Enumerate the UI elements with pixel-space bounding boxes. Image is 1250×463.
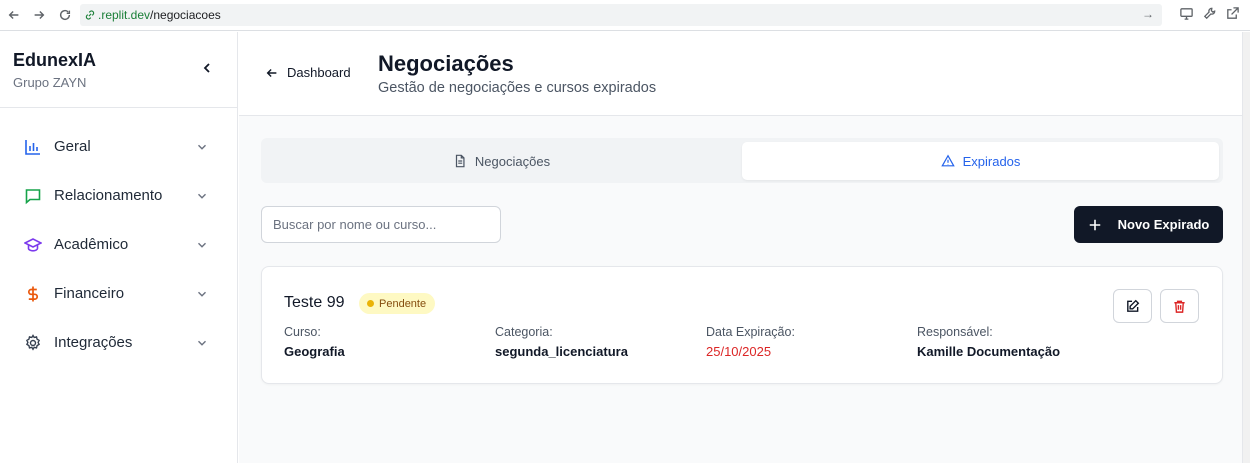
plus-icon: [1089, 219, 1100, 230]
status-label: Pendente: [379, 297, 427, 310]
go-arrow-icon[interactable]: →: [1142, 7, 1154, 21]
chevron-down-icon: [198, 242, 206, 248]
chevron-down-icon: [198, 291, 206, 297]
field-label: Data Expiração:: [706, 325, 795, 339]
monitor-icon[interactable]: [1179, 6, 1194, 21]
field-value: segunda_licenciatura: [495, 344, 628, 359]
new-expired-button[interactable]: Novo Expirado: [1074, 206, 1223, 243]
back-link-label: Dashboard: [287, 65, 351, 80]
field-label: Responsável:: [917, 325, 993, 339]
expired-card: Teste 99 Pendente Curso: Geografia Categ…: [261, 266, 1223, 384]
warning-icon: [940, 154, 955, 167]
sidebar-item-geral[interactable]: Geral: [0, 122, 237, 171]
edit-icon: [1127, 299, 1140, 312]
link-icon: [85, 10, 95, 20]
field-value: 25/10/2025: [706, 344, 772, 359]
back-to-dashboard-link[interactable]: Dashboard: [265, 65, 351, 80]
external-link-icon[interactable]: [1225, 6, 1240, 21]
field-value: Geografia: [284, 344, 345, 359]
page-scrollbar[interactable]: [1242, 32, 1250, 463]
field-responsavel: Responsável: Kamille Documentação: [917, 325, 1060, 359]
forward-arrow-icon[interactable]: [27, 3, 51, 27]
sidebar-menu: Geral Relacionamento Acadêmico Financeir…: [0, 108, 237, 367]
back-arrow-icon[interactable]: [2, 3, 26, 27]
tab-expirados[interactable]: Expirados: [742, 142, 1219, 180]
sidebar-item-label: Financeiro: [54, 285, 125, 302]
gear-icon: [24, 333, 42, 352]
field-label: Curso:: [284, 325, 321, 339]
sidebar-item-financeiro[interactable]: Financeiro: [0, 269, 237, 318]
card-title: Teste 99: [284, 294, 345, 311]
sidebar-item-relacionamento[interactable]: Relacionamento: [0, 171, 237, 220]
chevron-down-icon: [198, 144, 206, 150]
tab-label: Negociações: [474, 153, 551, 169]
message-icon: [24, 187, 42, 205]
field-curso: Curso: Geografia: [284, 325, 345, 359]
url-path: /negociacoes: [150, 8, 221, 22]
delete-button[interactable]: [1160, 289, 1199, 323]
chevron-down-icon: [198, 340, 206, 346]
wrench-icon[interactable]: [1202, 6, 1217, 21]
dollar-icon: [24, 285, 42, 303]
tab-label: Expirados: [962, 153, 1021, 169]
search-input[interactable]: [261, 206, 501, 243]
sidebar: EdunexIA Grupo ZAYN Geral Relacionamento…: [0, 32, 238, 463]
field-value: Kamille Documentação: [917, 344, 1061, 359]
sidebar-item-integracoes[interactable]: Integrações: [0, 318, 237, 367]
sidebar-item-academico[interactable]: Acadêmico: [0, 220, 237, 269]
main-content: Dashboard Negociações Gestão de negociaç…: [239, 32, 1242, 463]
status-dot: [367, 300, 374, 307]
field-data-expiracao: Data Expiração: 25/10/2025: [706, 325, 795, 359]
url-host: .replit.dev: [98, 8, 151, 22]
tab-list: Negociações Expirados: [261, 138, 1223, 183]
field-categoria: Categoria: segunda_licenciatura: [495, 325, 628, 359]
browser-toolbar: .replit.dev/negociacoes →: [0, 0, 1250, 31]
bar-chart-icon: [24, 138, 42, 156]
field-label: Categoria:: [495, 325, 553, 339]
sidebar-item-label: Geral: [54, 138, 91, 155]
document-icon: [455, 154, 465, 168]
graduation-cap-icon: [24, 236, 42, 254]
browser-tools: [1179, 6, 1240, 21]
sidebar-item-label: Acadêmico: [54, 236, 129, 253]
new-button-label: Novo Expirado: [1117, 217, 1210, 232]
brand-subtitle: Grupo ZAYN: [13, 75, 87, 90]
chevron-down-icon: [198, 193, 206, 199]
arrow-left-icon: [266, 68, 277, 77]
address-bar[interactable]: .replit.dev/negociacoes →: [80, 4, 1162, 26]
tab-negociacoes[interactable]: Negociações: [265, 142, 738, 180]
reload-icon[interactable]: [53, 3, 77, 27]
brand-header: EdunexIA Grupo ZAYN: [0, 32, 237, 108]
page-subtitle: Gestão de negociações e cursos expirados: [378, 80, 657, 96]
edit-button[interactable]: [1113, 289, 1152, 323]
trash-icon: [1174, 300, 1185, 313]
sidebar-item-label: Relacionamento: [54, 187, 163, 204]
chevron-left-icon[interactable]: [199, 60, 215, 76]
page-header: Dashboard Negociações Gestão de negociaç…: [239, 32, 1242, 116]
sidebar-item-label: Integrações: [54, 334, 133, 351]
status-badge: Pendente: [359, 293, 436, 314]
page-title: Negociações: [378, 51, 514, 76]
